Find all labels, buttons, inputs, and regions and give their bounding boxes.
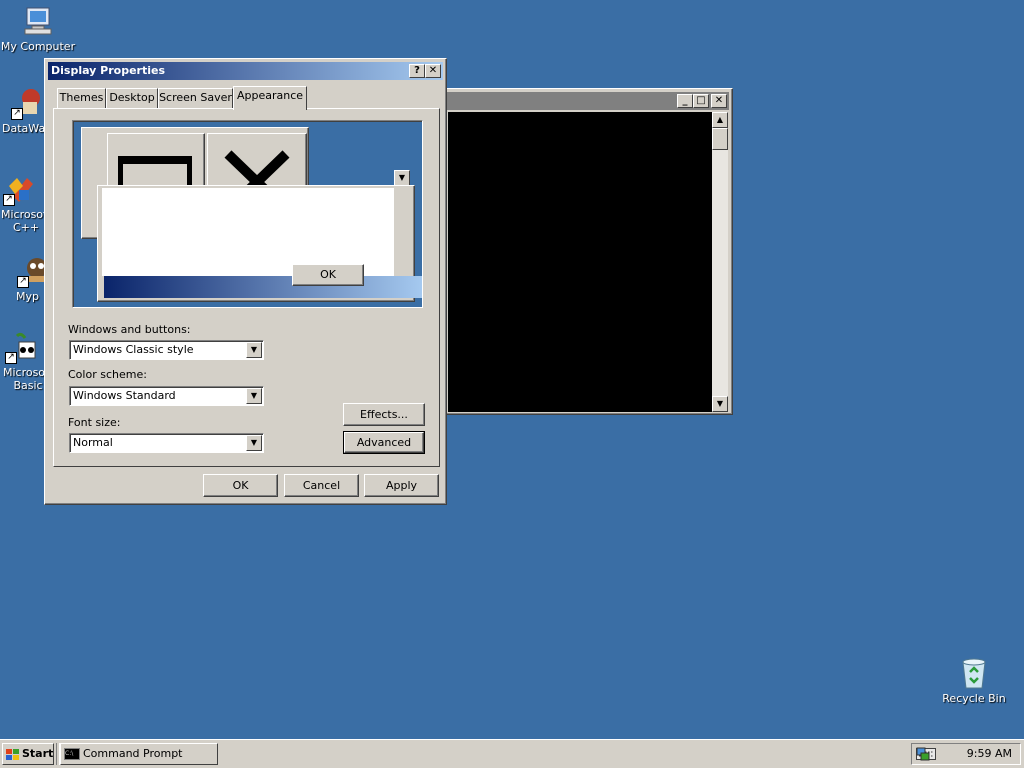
color-scheme-select[interactable]: Windows Standard ▼ bbox=[69, 386, 264, 406]
effects-button[interactable]: Effects... bbox=[343, 403, 425, 426]
preview-ok-button: OK bbox=[292, 264, 364, 286]
shortcut-arrow-icon: ↗ bbox=[11, 108, 23, 120]
advanced-button[interactable]: Advanced bbox=[343, 431, 425, 454]
start-button[interactable]: Start bbox=[2, 743, 54, 765]
apply-button[interactable]: Apply bbox=[364, 474, 439, 497]
network-icon[interactable] bbox=[916, 747, 930, 761]
desktop-icon-label: Recycle Bin bbox=[942, 692, 1006, 705]
taskbar: Start C:\ Command Prompt 9:59 AM bbox=[0, 739, 1024, 768]
close-button[interactable]: ✕ bbox=[425, 64, 441, 78]
appearance-preview: ▼ OK bbox=[72, 120, 423, 308]
taskbar-button-label: Command Prompt bbox=[83, 747, 183, 760]
window-titlebar[interactable]: _ □ ✕ bbox=[447, 92, 729, 110]
desktop-icon-recycle-bin[interactable]: Recycle Bin bbox=[936, 656, 1012, 705]
desktop-icon-label: My Computer bbox=[0, 40, 76, 53]
dialog-title: Display Properties bbox=[51, 64, 166, 77]
visual-cpp-icon: ↗ bbox=[3, 172, 37, 206]
close-button[interactable]: ✕ bbox=[711, 94, 727, 108]
shortcut-arrow-icon: ↗ bbox=[5, 352, 17, 364]
ok-button[interactable]: OK bbox=[203, 474, 278, 497]
select-value: Windows Classic style bbox=[73, 343, 194, 356]
chevron-down-icon[interactable]: ▼ bbox=[246, 388, 262, 404]
chevron-down-icon[interactable]: ▼ bbox=[246, 342, 262, 358]
select-value: Normal bbox=[73, 436, 113, 449]
datawarrior-icon: ↗ bbox=[11, 86, 45, 120]
windows-buttons-label: Windows and buttons: bbox=[68, 323, 191, 336]
console-output[interactable] bbox=[448, 112, 714, 412]
select-value: Windows Standard bbox=[73, 389, 176, 402]
tab-desktop[interactable]: Desktop bbox=[106, 88, 158, 108]
tab-appearance[interactable]: Appearance bbox=[233, 86, 307, 110]
tab-screen-saver[interactable]: Screen Saver bbox=[158, 88, 233, 108]
recycle-bin-icon bbox=[957, 656, 991, 690]
maximize-button[interactable]: □ bbox=[693, 94, 709, 108]
clock[interactable]: 9:59 AM bbox=[967, 747, 1012, 760]
command-prompt-window[interactable]: _ □ ✕ ▲ ▼ bbox=[443, 88, 733, 415]
shortcut-arrow-icon: ↗ bbox=[17, 276, 29, 288]
preview-message-box: OK bbox=[97, 185, 422, 302]
color-scheme-label: Color scheme: bbox=[68, 368, 147, 381]
vertical-scrollbar[interactable]: ▲ ▼ bbox=[712, 112, 728, 412]
cancel-button[interactable]: Cancel bbox=[284, 474, 359, 497]
font-size-select[interactable]: Normal ▼ bbox=[69, 433, 264, 453]
preview-dropdown-icon: ▼ bbox=[394, 170, 410, 186]
start-label: Start bbox=[22, 747, 54, 760]
windows-logo-icon bbox=[6, 748, 19, 760]
scroll-down-button[interactable]: ▼ bbox=[712, 396, 728, 412]
computer-icon bbox=[21, 4, 55, 38]
help-button[interactable]: ? bbox=[409, 64, 425, 78]
appearance-panel: ▼ OK Windows and buttons: Windows Classi… bbox=[53, 108, 440, 467]
minimize-button[interactable]: _ bbox=[677, 94, 693, 108]
desktop-icon-my-computer[interactable]: My Computer bbox=[0, 4, 76, 53]
dialog-titlebar[interactable]: Display Properties bbox=[48, 62, 443, 80]
tab-themes[interactable]: Themes bbox=[57, 88, 106, 108]
font-size-label: Font size: bbox=[68, 416, 121, 429]
command-prompt-icon: C:\ bbox=[64, 748, 80, 760]
display-properties-dialog[interactable]: Display Properties ? ✕ Themes Desktop Sc… bbox=[44, 58, 447, 505]
scroll-thumb[interactable] bbox=[712, 128, 728, 150]
visual-basic-icon: ↗ bbox=[5, 330, 39, 364]
shortcut-arrow-icon: ↗ bbox=[3, 194, 15, 206]
chevron-down-icon[interactable]: ▼ bbox=[246, 435, 262, 451]
system-tray: 9:59 AM bbox=[911, 743, 1021, 765]
taskbar-button-command-prompt[interactable]: C:\ Command Prompt bbox=[60, 743, 218, 765]
windows-buttons-select[interactable]: Windows Classic style ▼ bbox=[69, 340, 264, 360]
scroll-up-button[interactable]: ▲ bbox=[712, 112, 728, 128]
